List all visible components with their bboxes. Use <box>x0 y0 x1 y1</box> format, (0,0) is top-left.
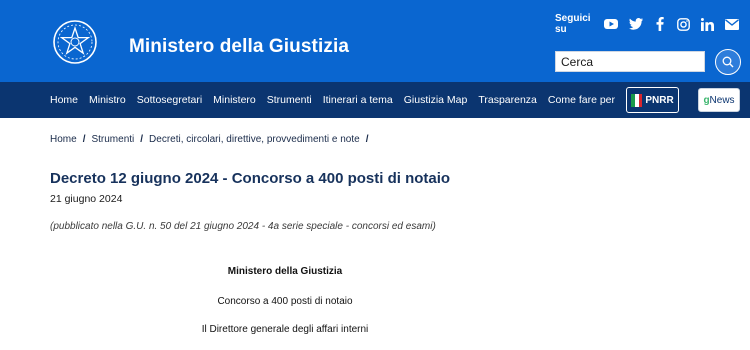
italian-republic-emblem-icon[interactable] <box>52 19 98 65</box>
publication-note: (pubblicato nella G.U. n. 50 del 21 giug… <box>50 221 436 232</box>
document-heading-ministry: Ministero della Giustizia <box>227 266 343 277</box>
nav-items: Home Ministro Sottosegretari Ministero S… <box>50 82 626 118</box>
italian-flag-icon <box>631 93 643 107</box>
nav-item-home[interactable]: Home <box>50 94 78 106</box>
nav-item-giustizia-map[interactable]: Giustizia Map <box>404 94 468 106</box>
search-button[interactable] <box>715 49 741 75</box>
breadcrumb-separator: / <box>365 134 369 145</box>
breadcrumb: Home / Strumenti / Decreti, circolari, d… <box>50 134 374 145</box>
social-bar: Seguici su <box>555 13 750 35</box>
publication-date: 21 giugno 2024 <box>50 193 123 205</box>
search-icon <box>722 56 734 68</box>
pnrr-label: PNRR <box>645 94 674 106</box>
site-header: Ministero della Giustizia Seguici su <box>0 0 750 82</box>
nav-item-ministro[interactable]: Ministro <box>89 94 126 106</box>
breadcrumb-separator: / <box>82 134 86 145</box>
breadcrumb-decreti[interactable]: Decreti, circolari, direttive, provvedim… <box>149 134 360 145</box>
linkedin-icon[interactable] <box>701 17 714 31</box>
nav-item-ministero[interactable]: Ministero <box>213 94 256 106</box>
breadcrumb-home[interactable]: Home <box>50 134 77 145</box>
youtube-icon[interactable] <box>604 17 619 31</box>
gnews-label: News <box>709 94 735 106</box>
search-input[interactable] <box>555 51 705 72</box>
nav-item-strumenti[interactable]: Strumenti <box>267 94 312 106</box>
nav-item-itinerari-a-tema[interactable]: Itinerari a tema <box>323 94 393 106</box>
page-title: Decreto 12 giugno 2024 - Concorso a 400 … <box>50 170 451 187</box>
document-heading-director: Il Direttore generale degli affari inter… <box>201 324 369 335</box>
pnrr-button[interactable]: PNRR <box>626 87 679 113</box>
gnews-button[interactable]: g News <box>698 88 740 112</box>
breadcrumb-strumenti[interactable]: Strumenti <box>91 134 134 145</box>
site-title[interactable]: Ministero della Giustizia <box>129 36 349 58</box>
nav-item-trasparenza[interactable]: Trasparenza <box>478 94 537 106</box>
mail-icon[interactable] <box>725 17 739 31</box>
breadcrumb-separator: / <box>140 134 144 145</box>
nav-item-sottosegretari[interactable]: Sottosegretari <box>137 94 202 106</box>
instagram-icon[interactable] <box>677 17 690 31</box>
document-heading-contest: Concorso a 400 posti di notaio <box>217 296 353 307</box>
twitter-icon[interactable] <box>629 17 644 31</box>
facebook-icon[interactable] <box>654 17 666 31</box>
nav-item-come-fare-per[interactable]: Come fare per <box>548 94 615 106</box>
social-label: Seguici su <box>555 13 591 35</box>
